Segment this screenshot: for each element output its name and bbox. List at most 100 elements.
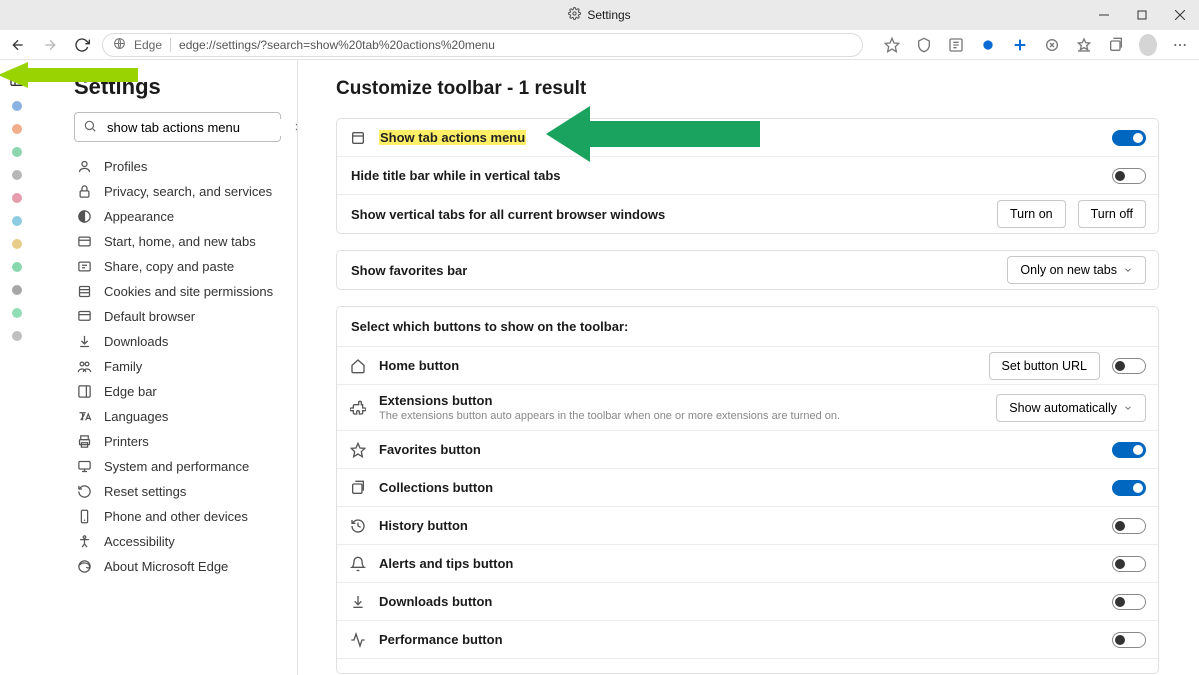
sidebar-item-label: Phone and other devices (104, 509, 248, 524)
favorites-button-label: Favorites button (379, 442, 1100, 457)
sidebar-item-languages[interactable]: Languages (74, 404, 281, 429)
vertical-tab-item[interactable] (12, 101, 22, 111)
extensions-icon (349, 399, 367, 417)
refresh-button[interactable] (74, 37, 90, 53)
history-button-label: History button (379, 518, 1100, 533)
printer-icon (76, 434, 92, 450)
vertical-tab-item[interactable] (12, 216, 22, 226)
sidebar-item-edge-bar[interactable]: Edge bar (74, 379, 281, 404)
sidebar-item-reset-settings[interactable]: Reset settings (74, 479, 281, 504)
tab-actions-button[interactable] (9, 72, 25, 88)
sidebar-item-family[interactable]: Family (74, 354, 281, 379)
sidebar-item-label: Edge bar (104, 384, 157, 399)
history-button-toggle[interactable] (1112, 518, 1146, 534)
settings-search-input[interactable] (105, 119, 285, 136)
downloads-button-label: Downloads button (379, 594, 1100, 609)
more-menu-icon[interactable] (1171, 36, 1189, 54)
home-button-toggle[interactable] (1112, 358, 1146, 374)
collections-button-label: Collections button (379, 480, 1100, 495)
favorite-star-icon[interactable] (883, 36, 901, 54)
sidebar-item-downloads[interactable]: Downloads (74, 329, 281, 354)
vertical-tabs-all-label: Show vertical tabs for all current brows… (349, 207, 985, 222)
sidebar-item-phone-and-other-devices[interactable]: Phone and other devices (74, 504, 281, 529)
favorites-bar-dropdown[interactable]: Only on new tabs (1007, 256, 1146, 284)
sidebar-item-appearance[interactable]: Appearance (74, 204, 281, 229)
extensions-button-label: Extensions button (379, 393, 984, 408)
downloads-button-toggle[interactable] (1112, 594, 1146, 610)
vertical-tab-item[interactable] (12, 262, 22, 272)
vertical-tab-item[interactable] (12, 193, 22, 203)
address-bar[interactable]: Edge edge://settings/?search=show%20tab%… (102, 33, 863, 57)
show-tab-actions-label: Show tab actions menu (379, 130, 1100, 145)
translate-icon[interactable] (947, 36, 965, 54)
edge-icon (76, 559, 92, 575)
vertical-tab-item[interactable] (12, 124, 22, 134)
sidebar-item-label: Default browser (104, 309, 195, 324)
extension1-icon[interactable] (979, 36, 997, 54)
sidebar-item-cookies-and-site-permissions[interactable]: Cookies and site permissions (74, 279, 281, 304)
vertical-tab-item[interactable] (12, 239, 22, 249)
sidebar-item-profiles[interactable]: Profiles (74, 154, 281, 179)
show-tab-actions-toggle[interactable] (1112, 130, 1146, 146)
sidebar-item-label: Family (104, 359, 142, 374)
sidebar-item-system-and-performance[interactable]: System and performance (74, 454, 281, 479)
window-maximize-button[interactable] (1123, 0, 1161, 30)
cookie-icon (76, 284, 92, 300)
set-button-url-button[interactable]: Set button URL (989, 352, 1100, 380)
back-button[interactable] (10, 37, 26, 53)
family-icon (76, 359, 92, 375)
appearance-icon (76, 209, 92, 225)
vertical-tab-item[interactable] (12, 308, 22, 318)
collections-row-icon (349, 479, 367, 497)
sidebar-item-label: Privacy, search, and services (104, 184, 272, 199)
vertical-tab-item[interactable] (12, 285, 22, 295)
hide-title-bar-toggle[interactable] (1112, 168, 1146, 184)
collections-button-toggle[interactable] (1112, 480, 1146, 496)
language-icon (76, 409, 92, 425)
lock-icon (76, 184, 92, 200)
system-icon (76, 459, 92, 475)
settings-search[interactable] (74, 112, 281, 142)
window-minimize-button[interactable] (1085, 0, 1123, 30)
history-icon (349, 517, 367, 535)
show-favorites-bar-label: Show favorites bar (349, 263, 995, 278)
shield-icon[interactable] (915, 36, 933, 54)
results-heading: Customize toolbar - 1 result (336, 78, 1159, 100)
collections-icon[interactable] (1107, 36, 1125, 54)
browser-nav-bar: Edge edge://settings/?search=show%20tab%… (0, 30, 1199, 60)
vertical-tab-item[interactable] (12, 147, 22, 157)
sidebar-item-accessibility[interactable]: Accessibility (74, 529, 281, 554)
sidebar-item-share-copy-and-paste[interactable]: Share, copy and paste (74, 254, 281, 279)
sidebar-item-start-home-and-new-tabs[interactable]: Start, home, and new tabs (74, 229, 281, 254)
sidebar-item-label: Share, copy and paste (104, 259, 234, 274)
extensions-show-dropdown[interactable]: Show automatically (996, 394, 1146, 422)
profile-avatar[interactable] (1139, 36, 1157, 54)
sidebar-item-label: Downloads (104, 334, 168, 349)
sidebar-item-privacy-search-and-services[interactable]: Privacy, search, and services (74, 179, 281, 204)
app-label: Edge (134, 38, 162, 52)
performance-button-toggle[interactable] (1112, 632, 1146, 648)
settings-main: Customize toolbar - 1 result Show tab ac… (298, 60, 1199, 675)
vertical-tab-item[interactable] (12, 170, 22, 180)
vertical-tab-item[interactable] (12, 331, 22, 341)
home-button-label: Home button (379, 358, 977, 373)
forward-button[interactable] (42, 37, 58, 53)
turn-on-button[interactable]: Turn on (997, 200, 1066, 228)
favorites-icon[interactable] (1075, 36, 1093, 54)
extension3-icon[interactable] (1043, 36, 1061, 54)
sidebar-item-about-microsoft-edge[interactable]: About Microsoft Edge (74, 554, 281, 579)
window-close-button[interactable] (1161, 0, 1199, 30)
turn-off-button[interactable]: Turn off (1078, 200, 1146, 228)
sidebar-item-printers[interactable]: Printers (74, 429, 281, 454)
alerts-button-toggle[interactable] (1112, 556, 1146, 572)
alerts-button-label: Alerts and tips button (379, 556, 1100, 571)
favorites-button-toggle[interactable] (1112, 442, 1146, 458)
sidebar-item-default-browser[interactable]: Default browser (74, 304, 281, 329)
extension2-icon[interactable] (1011, 36, 1029, 54)
reset-icon (76, 484, 92, 500)
download-icon (76, 334, 92, 350)
site-identity-icon (113, 37, 126, 53)
window-title: Settings (587, 8, 630, 22)
toolbar-buttons-section-heading: Select which buttons to show on the tool… (349, 319, 1146, 334)
edgebar-icon (76, 384, 92, 400)
